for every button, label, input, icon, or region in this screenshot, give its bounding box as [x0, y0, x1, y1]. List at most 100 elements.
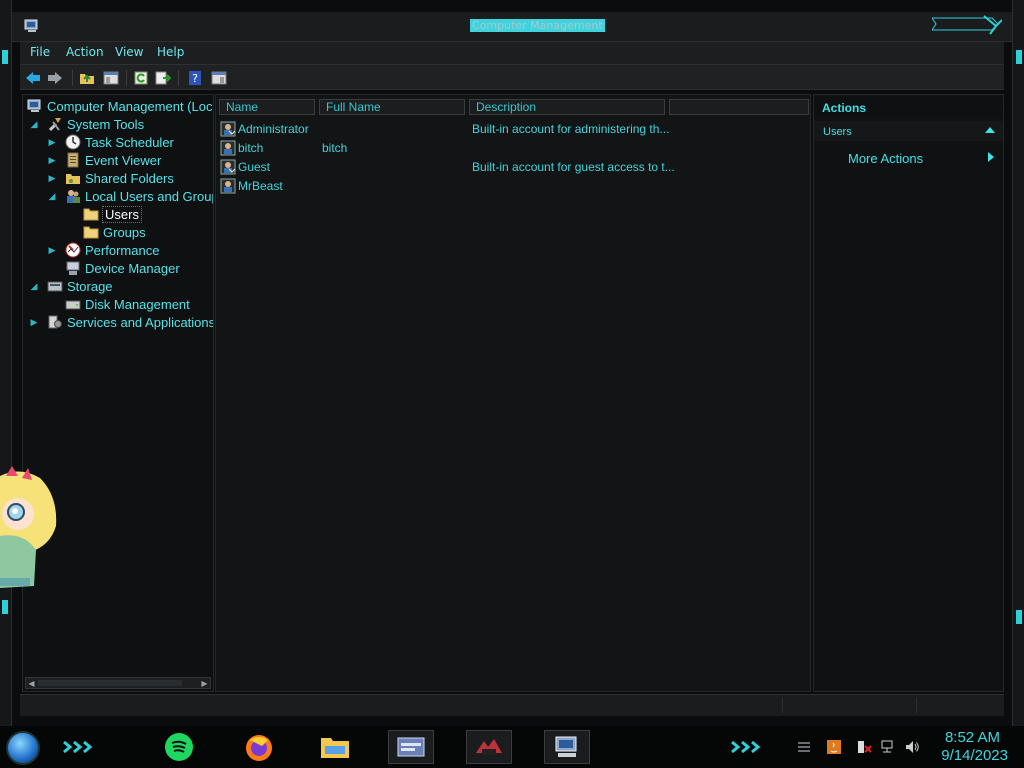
tree-item-groups[interactable]: Groups	[83, 223, 146, 241]
tree-item-disk-management[interactable]: Disk Management	[65, 295, 190, 313]
tree-item-storage[interactable]: ◢ Storage	[29, 277, 113, 295]
event-viewer-icon	[65, 152, 81, 168]
collapse-icon[interactable]: ◢	[47, 191, 57, 201]
tree-item-services-and-applications[interactable]: ▶ Services and Applications	[29, 313, 213, 331]
column-header-description[interactable]: Description	[469, 99, 665, 115]
expand-icon[interactable]: ▶	[47, 155, 57, 165]
tools-icon	[47, 116, 63, 132]
users-list[interactable]: Name Full Name Description Administrator…	[215, 94, 811, 692]
tree-item-label: Groups	[103, 224, 146, 240]
user-icon	[220, 140, 236, 156]
actions-header: Actions	[814, 97, 1003, 117]
tree-item-performance[interactable]: ▶ Performance	[47, 241, 159, 259]
user-icon	[220, 178, 236, 194]
menu-file[interactable]: File	[30, 45, 50, 59]
tree-item-label: Shared Folders	[85, 170, 174, 186]
menu-help[interactable]: Help	[157, 45, 184, 59]
frame-accent	[1016, 50, 1022, 64]
more-actions-item[interactable]: More Actions	[848, 151, 923, 166]
status-bar	[20, 694, 1004, 716]
column-header-full-name[interactable]: Full Name	[319, 99, 465, 115]
volume-icon[interactable]	[904, 739, 920, 755]
user-name: MrBeast	[238, 179, 283, 193]
spotify-icon[interactable]	[156, 730, 202, 764]
toolbar-separator	[178, 70, 179, 86]
tree-item-label: Device Manager	[85, 260, 180, 276]
tree-item-label: Local Users and Groups	[85, 188, 214, 204]
title-bar[interactable]: Computer Management	[12, 12, 1012, 42]
tree-item-label: Task Scheduler	[85, 134, 174, 150]
export-list-icon[interactable]	[154, 69, 172, 87]
actions-section-users[interactable]: Users	[814, 121, 1003, 141]
device-manager-icon	[65, 260, 81, 276]
back-icon[interactable]	[24, 69, 42, 87]
taskbar-decoration	[731, 740, 761, 754]
java-icon[interactable]	[826, 739, 842, 755]
desktop: Computer Management File Action View Hel…	[0, 0, 1024, 768]
tree-item-local-users-and-groups[interactable]: ◢ Local Users and Groups	[47, 187, 214, 205]
tree-item-label: Computer Management (Local)	[47, 98, 214, 114]
column-header-name[interactable]: Name	[219, 99, 315, 115]
help-icon[interactable]: ?	[186, 69, 204, 87]
window-frame-left	[0, 0, 12, 726]
collapse-section-icon[interactable]	[985, 127, 995, 133]
folder-icon	[83, 224, 99, 240]
refresh-icon[interactable]	[132, 69, 150, 87]
column-header-empty[interactable]	[669, 99, 809, 115]
forward-icon[interactable]	[46, 69, 64, 87]
scroll-right-icon[interactable]: ▶	[200, 679, 209, 688]
clock-time[interactable]: 8:52 AM	[945, 729, 1000, 746]
show-hide-console-tree-icon[interactable]	[102, 69, 120, 87]
taskbar: 8:52 AM 9/14/2023	[0, 726, 1024, 768]
user-name: Guest	[238, 160, 271, 174]
horizontal-scrollbar[interactable]: ◀ ▶	[25, 677, 211, 689]
scroll-left-icon[interactable]: ◀	[27, 679, 36, 688]
file-explorer-icon[interactable]	[312, 730, 358, 764]
tree-item-shared-folders[interactable]: ▶ Shared Folders	[47, 169, 174, 187]
toolbar: ?	[20, 64, 1004, 90]
expand-icon[interactable]: ▶	[29, 317, 39, 327]
collapse-icon[interactable]: ◢	[29, 281, 39, 291]
collapse-icon[interactable]: ◢	[29, 119, 39, 129]
start-button[interactable]	[6, 731, 40, 765]
frame-accent	[1016, 610, 1022, 624]
tree-item-label: Event Viewer	[85, 152, 162, 168]
scrollbar-thumb[interactable]	[38, 680, 182, 686]
user-description: Built-in account for administering th...	[472, 122, 670, 136]
tree-item-system-tools[interactable]: ◢ System Tools	[29, 115, 145, 133]
show-hidden-icons-icon[interactable]	[796, 739, 812, 755]
network-icon[interactable]	[880, 739, 896, 755]
control-panel-icon[interactable]	[388, 730, 434, 764]
actions-pane: Actions Users More Actions	[813, 94, 1004, 692]
menu-action[interactable]: Action	[66, 45, 104, 59]
expand-icon[interactable]: ▶	[47, 137, 57, 147]
show-hide-action-pane-icon[interactable]	[210, 69, 228, 87]
user-description: Built-in account for guest access to t..…	[472, 160, 675, 174]
action-center-alert-icon[interactable]	[856, 739, 872, 755]
clock-icon	[65, 134, 81, 150]
tree-item-label: Storage	[67, 278, 113, 294]
user-name: Administrator	[238, 122, 309, 136]
expand-icon[interactable]: ▶	[47, 173, 57, 183]
app-icon[interactable]	[466, 730, 512, 764]
status-divider	[916, 697, 917, 713]
services-icon	[47, 314, 63, 330]
window-controls-decoration[interactable]	[932, 14, 1002, 36]
tree-item-users[interactable]: Users	[83, 205, 142, 223]
tree-item-root[interactable]: Computer Management (Local)	[27, 97, 214, 115]
up-folder-icon[interactable]	[78, 69, 96, 87]
computer-icon	[27, 98, 43, 114]
actions-section-label: Users	[823, 126, 852, 138]
tree-item-task-scheduler[interactable]: ▶ Task Scheduler	[47, 133, 174, 151]
clock-date[interactable]: 9/14/2023	[941, 747, 1008, 764]
tree-item-device-manager[interactable]: Device Manager	[65, 259, 180, 277]
computer-management-icon[interactable]	[544, 730, 590, 764]
console-tree[interactable]: Computer Management (Local) ◢ System Too…	[22, 94, 214, 692]
menu-view[interactable]: View	[115, 45, 143, 59]
expand-icon[interactable]: ▶	[47, 245, 57, 255]
frame-accent	[2, 50, 8, 64]
tree-item-event-viewer[interactable]: ▶ Event Viewer	[47, 151, 161, 169]
storage-icon	[47, 278, 63, 294]
firefox-icon[interactable]	[236, 730, 282, 764]
submenu-arrow-icon[interactable]	[988, 152, 994, 162]
